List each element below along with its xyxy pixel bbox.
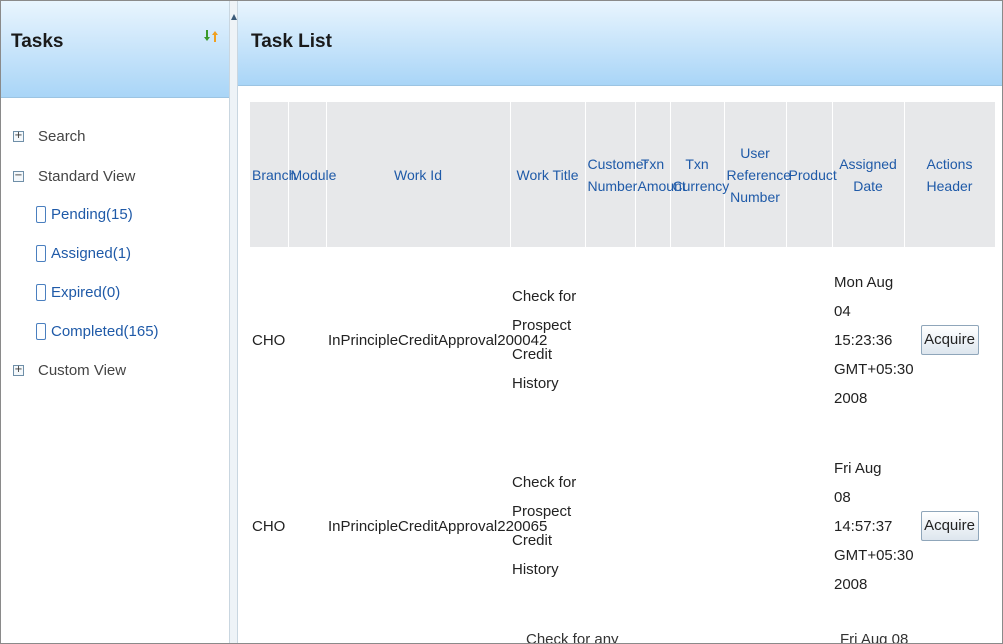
table-header-row: Branch Module Work Id Work Title Custome… [250,102,996,247]
partial-row-work-title: Check for any [526,631,619,644]
column-header-module[interactable]: Module [288,102,336,247]
column-header-txn-amount[interactable]: Txn Amount [635,102,686,247]
tree-item-expired[interactable]: Expired(0) [36,277,120,307]
cell-txn-amount [635,433,670,619]
plus-icon[interactable]: + [13,130,24,142]
tree-node-custom-view[interactable]: + Custom View [13,355,126,385]
plus-icon[interactable]: + [13,364,24,376]
tree-label-standard-view[interactable]: Standard View [38,168,135,185]
table-row[interactable]: CHO InPrincipleCreditApproval220065 Chec… [250,433,995,619]
tree-node-search[interactable]: + Search [13,121,86,151]
cell-txn-currency [670,433,724,619]
tree-node-standard-view[interactable]: − Standard View [13,161,135,191]
column-header-user-reference-number[interactable]: User Reference Number [724,102,791,247]
cell-txn-currency [670,247,724,433]
acquire-button[interactable]: Acquire [920,511,979,541]
cell-txn-amount [635,247,670,433]
app-window: Tasks + Search − Standard View Pending(1… [0,0,1003,644]
cell-product [786,247,832,433]
minus-icon[interactable]: − [13,170,24,182]
cell-module [288,247,326,433]
tree-item-completed[interactable]: Completed(165) [36,316,159,346]
panel-splitter[interactable] [229,1,238,643]
task-table: Branch Module Work Id Work Title Custome… [250,102,996,619]
task-table-container: Branch Module Work Id Work Title Custome… [250,102,996,643]
cell-user-reference-number [724,247,786,433]
tree-item-label[interactable]: Expired(0) [51,284,120,301]
cell-branch: CHO [252,331,286,349]
tree-item-pending[interactable]: Pending(15) [36,199,133,229]
collapse-arrow-icon[interactable] [231,13,237,21]
table-row[interactable]: CHO InPrincipleCreditApproval200042 Chec… [250,247,995,433]
cell-work-id[interactable]: InPrincipleCreditApproval220065 [326,433,547,619]
column-header-work-id[interactable]: Work Id [326,102,511,247]
cell-customer-number [585,433,635,619]
cell-assigned-date: Mon Aug 04 15:23:36 GMT+05:30 2008 [834,273,914,407]
partial-row-assigned-date: Fri Aug 08 [840,631,909,644]
cell-actions: Acquire [904,433,995,619]
document-icon [36,322,46,340]
cell-branch: CHO [252,517,286,535]
cell-module [288,433,326,619]
tasks-panel: Tasks + Search − Standard View Pending(1… [1,1,229,643]
tree-item-label[interactable]: Assigned(1) [51,245,131,262]
task-list-header: Task List [238,1,1002,86]
cell-work-title: Check for Prospect Credit History [512,288,577,392]
acquire-button[interactable]: Acquire [920,325,979,355]
task-list-title: Task List [251,31,332,52]
cell-customer-number [585,247,635,433]
tree-item-label[interactable]: Completed(165) [51,323,159,340]
cell-work-title: Check for Prospect Credit History [512,474,577,578]
column-header-txn-currency[interactable]: Txn Currency [670,102,729,247]
tree-item-assigned[interactable]: Assigned(1) [36,238,131,268]
document-icon [36,205,46,223]
column-header-product[interactable]: Product [786,102,837,247]
refresh-icon[interactable] [202,27,220,45]
cell-user-reference-number [724,433,786,619]
column-header-assigned-date[interactable]: Assigned Date [832,102,905,247]
cell-actions: Acquire [904,247,995,433]
column-header-customer-number[interactable]: Customer Number [585,102,648,247]
column-header-branch[interactable]: Branch [250,102,296,247]
tasks-panel-header: Tasks [1,1,229,98]
document-icon [36,283,46,301]
tree-item-label[interactable]: Pending(15) [51,206,133,223]
column-header-actions[interactable]: Actions Header [904,102,996,247]
cell-assigned-date: Fri Aug 08 14:57:37 GMT+05:30 2008 [834,459,914,593]
tree-label-custom-view[interactable]: Custom View [38,362,126,379]
cell-work-id[interactable]: InPrincipleCreditApproval200042 [326,247,547,433]
cell-product [786,433,832,619]
tasks-panel-title: Tasks [11,31,64,52]
column-header-work-title[interactable]: Work Title [510,102,586,247]
document-icon [36,244,46,262]
tree-label-search[interactable]: Search [38,128,86,145]
task-list-panel: Task List Branch Module Work Id Work Tit… [238,1,1002,643]
